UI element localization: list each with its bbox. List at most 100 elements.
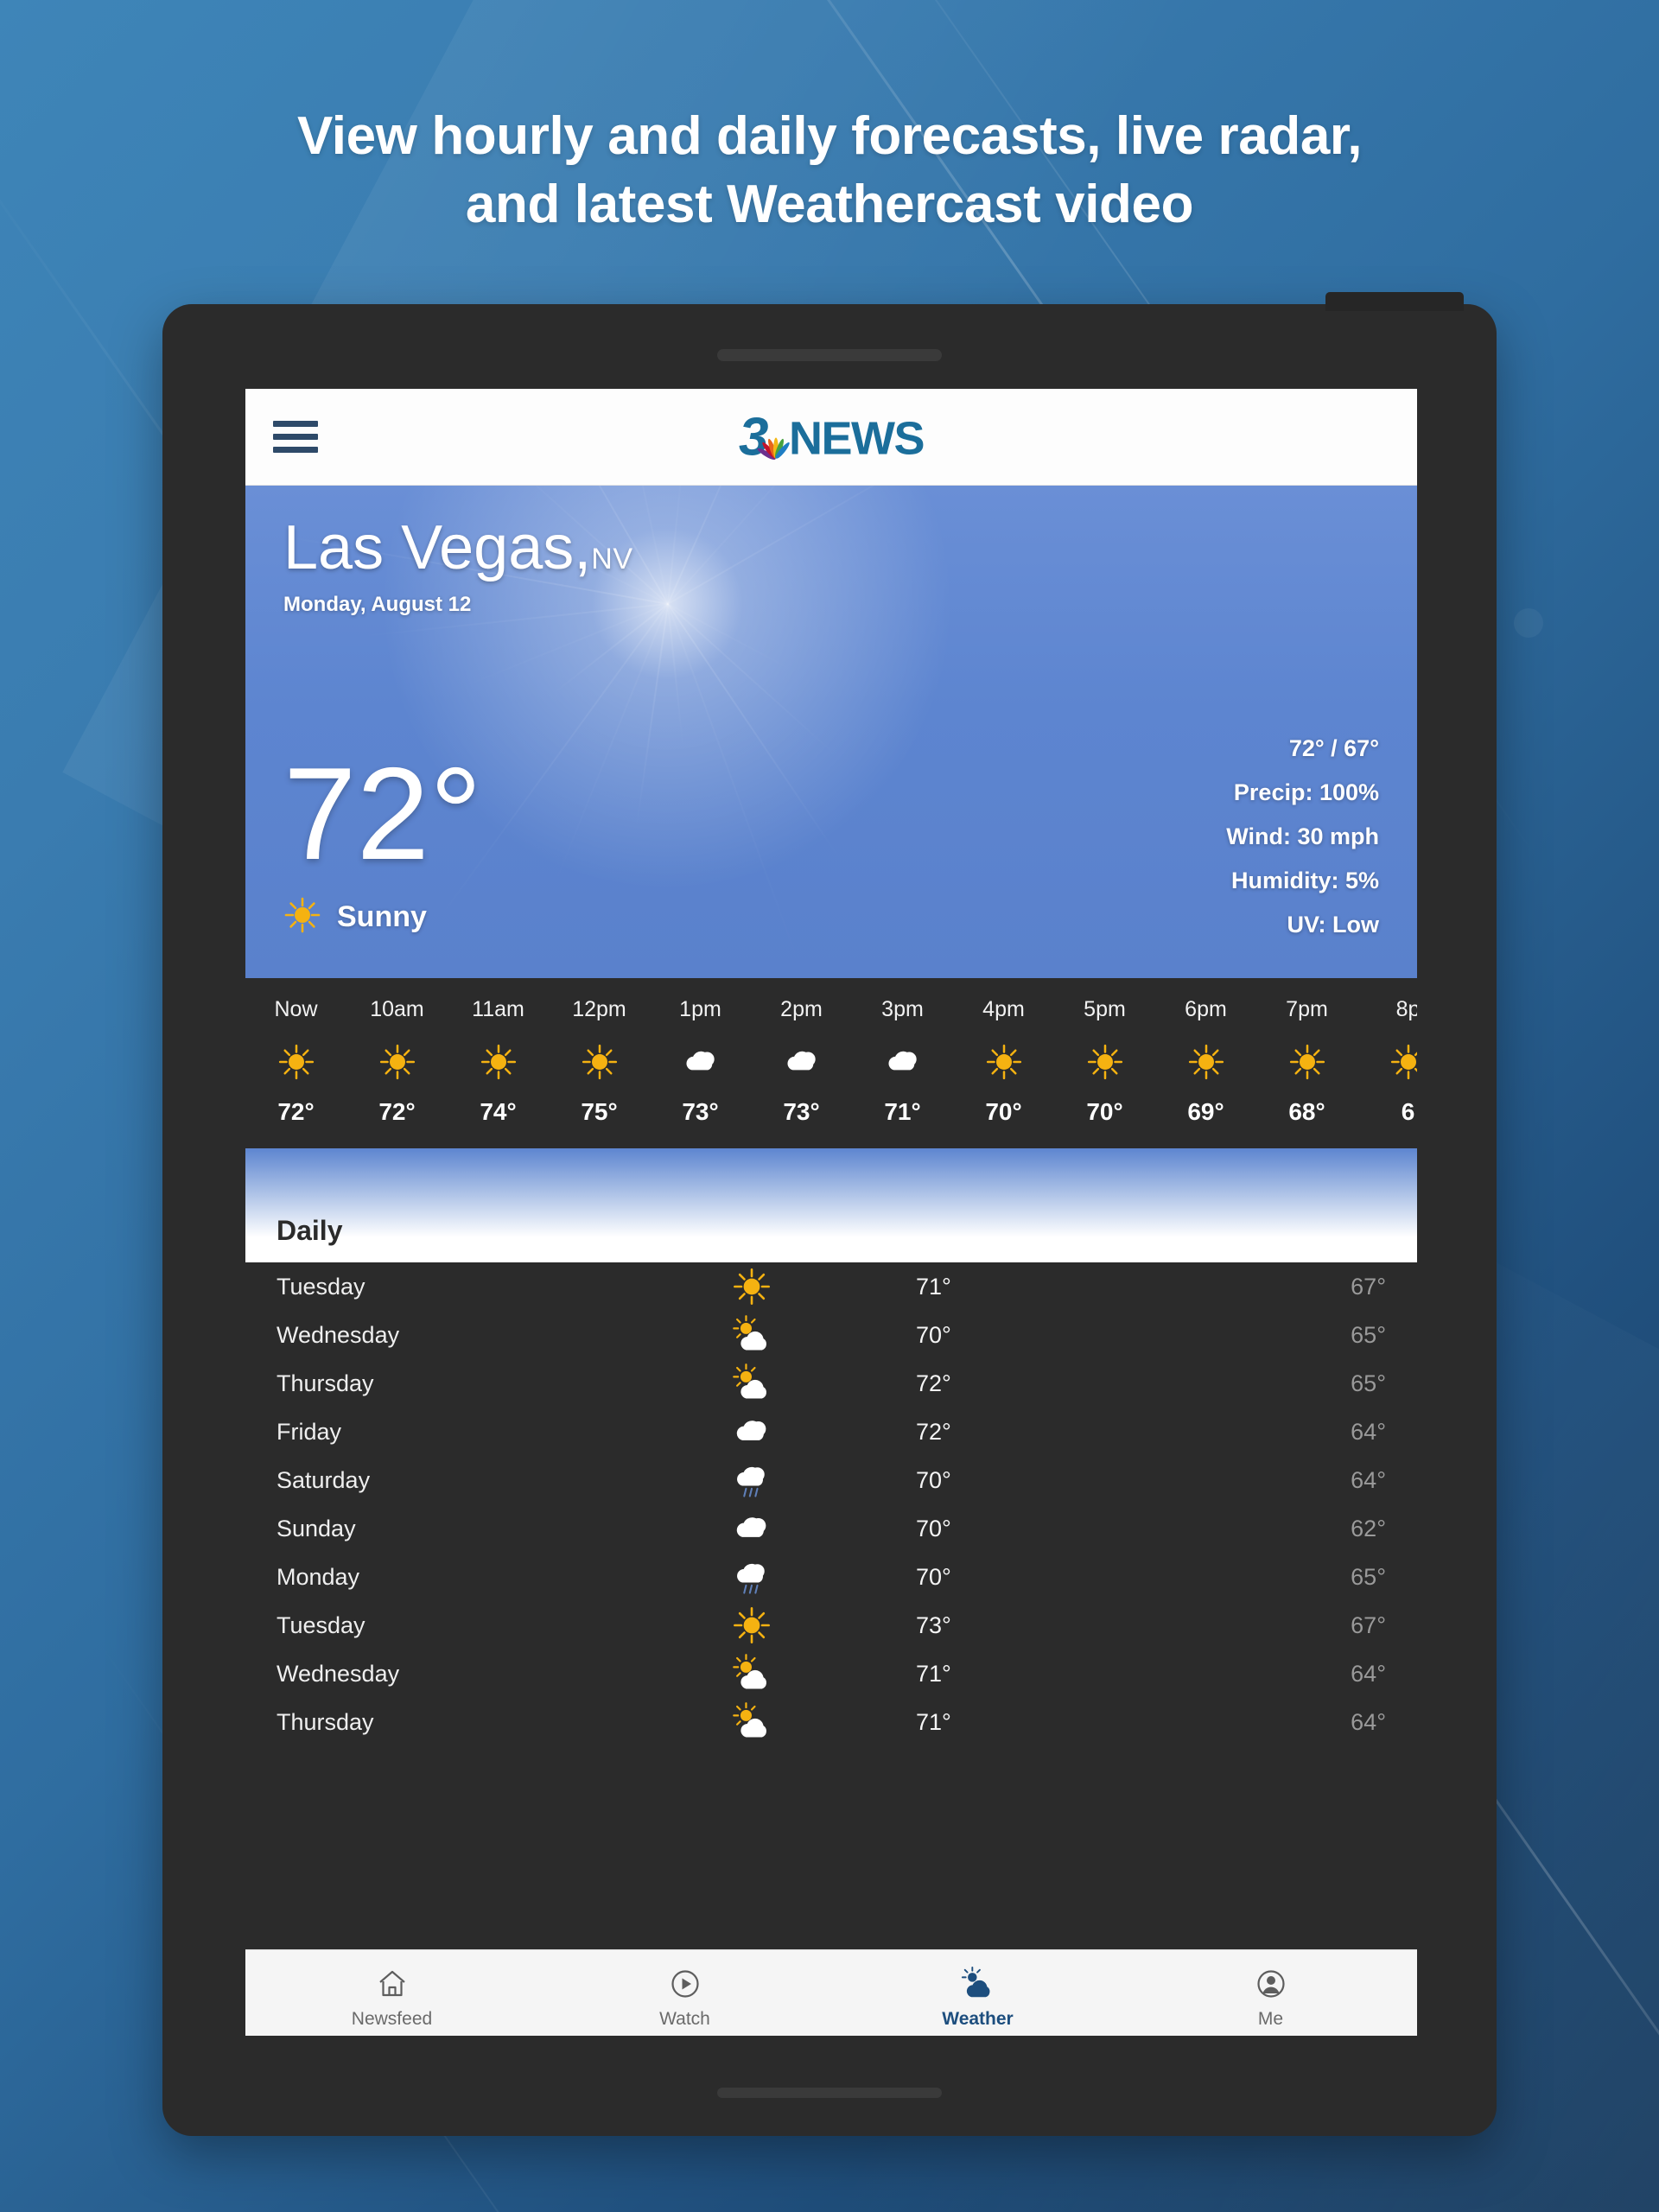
hourly-weather-icon — [346, 1029, 448, 1095]
sun-cloud-icon — [960, 1964, 996, 2004]
hourly-temperature: 6 — [1401, 1098, 1415, 1125]
hourly-forecast-item[interactable]: 11am 74° — [448, 997, 549, 1126]
cloud-icon — [736, 1517, 766, 1537]
play-circle-icon — [671, 1969, 699, 1998]
daily-forecast-row[interactable]: Sunday 70° 62° — [245, 1504, 1417, 1553]
hourly-forecast-item[interactable]: 2pm 73° — [751, 997, 852, 1126]
daily-forecast-row[interactable]: Saturday 70° 64° — [245, 1456, 1417, 1504]
hourly-time-label: 2pm — [780, 997, 823, 1021]
hourly-weather-icon — [852, 1029, 953, 1095]
hourly-weather-icon — [245, 1029, 346, 1095]
daily-forecast-row[interactable]: Tuesday 73° 67° — [245, 1601, 1417, 1649]
scroll-indicator-dot — [1514, 608, 1543, 638]
daily-high-temp: 71° — [916, 1273, 951, 1300]
sun-cloud-icon — [733, 1363, 766, 1399]
hourly-time-label: 11am — [472, 997, 524, 1021]
app-header: 3 NEWS — [245, 389, 1417, 486]
sun-cloud-icon — [961, 1966, 989, 1997]
hourly-forecast-item[interactable]: 5pm 70° — [1054, 997, 1155, 1126]
daily-weather-icon — [639, 1553, 864, 1601]
hourly-temperature: 73° — [783, 1098, 820, 1125]
hourly-forecast-item[interactable]: 12pm 75° — [549, 997, 650, 1126]
hourly-time-label: 10am — [370, 997, 424, 1021]
nav-item-label: Me — [1257, 2008, 1284, 2029]
hourly-weather-icon — [448, 1029, 549, 1095]
hourly-temperature: 74° — [480, 1098, 517, 1125]
hourly-forecast-item[interactable]: 7pm 68° — [1256, 997, 1357, 1126]
state-label: NV — [591, 543, 633, 575]
daily-weather-icon — [639, 1262, 864, 1311]
sun-icon — [582, 1044, 617, 1080]
daily-forecast-row[interactable]: Monday 70° 65° — [245, 1553, 1417, 1601]
device-camera-bump — [1325, 292, 1464, 311]
daily-low-temp: 65° — [1351, 1370, 1386, 1396]
nav-item-watch[interactable]: Watch — [538, 1957, 831, 2030]
daily-weather-icon — [639, 1359, 864, 1408]
daily-forecast-list[interactable]: Tuesday 71° 67° Wednesday 70° 65° Thursda — [245, 1262, 1417, 1746]
hourly-forecast-item[interactable]: 4pm 70° — [953, 997, 1054, 1126]
hourly-weather-icon — [1357, 1029, 1417, 1095]
daily-forecast-row[interactable]: Friday 72° 64° — [245, 1408, 1417, 1456]
location-name: Las Vegas,NV — [283, 517, 1379, 579]
sun-cloud-icon — [733, 1654, 766, 1689]
hourly-forecast-item[interactable]: 10am 72° — [346, 997, 448, 1126]
daily-weather-icon — [639, 1698, 864, 1746]
app-screen: 3 NEWS Las Vegas,NV Monday, August 12 72… — [245, 389, 1417, 2036]
hamburger-menu-icon[interactable] — [273, 414, 318, 460]
daily-forecast-row[interactable]: Thursday 72° 65° — [245, 1359, 1417, 1408]
sun-icon — [480, 1044, 516, 1080]
daily-day-label: Thursday — [276, 1708, 374, 1735]
hourly-forecast-strip[interactable]: Now 72° 10am 72° 11am 74° 12pm 75° 1pm 7… — [245, 978, 1417, 1148]
daily-low-temp: 64° — [1351, 1466, 1386, 1493]
hourly-time-label: 5pm — [1084, 997, 1126, 1021]
sun-icon — [379, 1044, 415, 1080]
hourly-forecast-item[interactable]: 1pm 73° — [650, 997, 751, 1126]
daily-forecast-row[interactable]: Tuesday 71° 67° — [245, 1262, 1417, 1311]
daily-forecast-row[interactable]: Thursday 71° 64° — [245, 1698, 1417, 1746]
daily-forecast-row[interactable]: Wednesday 70° 65° — [245, 1311, 1417, 1359]
daily-day-label: Monday — [276, 1563, 360, 1590]
daily-high-temp: 70° — [916, 1321, 951, 1348]
hourly-forecast-item[interactable]: Now 72° — [245, 997, 346, 1126]
daily-day-label: Friday — [276, 1418, 342, 1445]
rain-cloud-icon — [737, 1466, 765, 1497]
cloud-icon — [786, 1051, 816, 1071]
sun-icon — [278, 1044, 314, 1080]
daily-weather-icon — [639, 1601, 864, 1649]
hourly-forecast-item[interactable]: 8p 6 — [1357, 997, 1417, 1126]
brand-logo: 3 NEWS — [739, 410, 925, 463]
tablet-device-frame: 3 NEWS Las Vegas,NV Monday, August 12 72… — [162, 292, 1543, 2136]
sun-icon — [1390, 1044, 1417, 1080]
hourly-temperature: 69° — [1187, 1098, 1224, 1125]
daily-forecast-row[interactable]: Wednesday 71° 64° — [245, 1649, 1417, 1698]
hourly-temperature: 68° — [1288, 1098, 1325, 1125]
hourly-weather-icon — [549, 1029, 650, 1095]
home-icon — [378, 1970, 405, 1996]
daily-day-label: Wednesday — [276, 1321, 400, 1348]
hourly-weather-icon — [1256, 1029, 1357, 1095]
nav-item-newsfeed[interactable]: Newsfeed — [245, 1957, 538, 2030]
hourly-temperature: 72° — [378, 1098, 416, 1125]
sun-icon — [1289, 1044, 1325, 1080]
hourly-time-label: 4pm — [982, 997, 1025, 1021]
hourly-temperature: 70° — [985, 1098, 1022, 1125]
nav-item-me[interactable]: Me — [1124, 1957, 1417, 2030]
daily-low-temp: 62° — [1351, 1515, 1386, 1541]
account-icon — [1254, 1964, 1288, 2004]
hourly-time-label: 1pm — [679, 997, 721, 1021]
sun-cloud-icon — [733, 1315, 766, 1351]
nav-item-label: Watch — [659, 2008, 710, 2029]
daily-low-temp: 67° — [1351, 1273, 1386, 1300]
hourly-forecast-item[interactable]: 3pm 71° — [852, 997, 953, 1126]
hourly-time-label: 3pm — [881, 997, 924, 1021]
nbc-peacock-icon — [756, 432, 791, 461]
hourly-forecast-item[interactable]: 6pm 69° — [1155, 997, 1256, 1126]
daily-low-temp: 64° — [1351, 1660, 1386, 1687]
daily-low-temp: 64° — [1351, 1708, 1386, 1735]
current-weather-hero: Las Vegas,NV Monday, August 12 72° Sunny… — [245, 486, 1417, 978]
sun-icon — [734, 1607, 770, 1643]
account-icon — [1256, 1969, 1285, 1998]
hourly-temperature: 75° — [581, 1098, 618, 1125]
nav-item-weather[interactable]: Weather — [831, 1957, 1124, 2030]
cloud-icon — [736, 1421, 766, 1440]
